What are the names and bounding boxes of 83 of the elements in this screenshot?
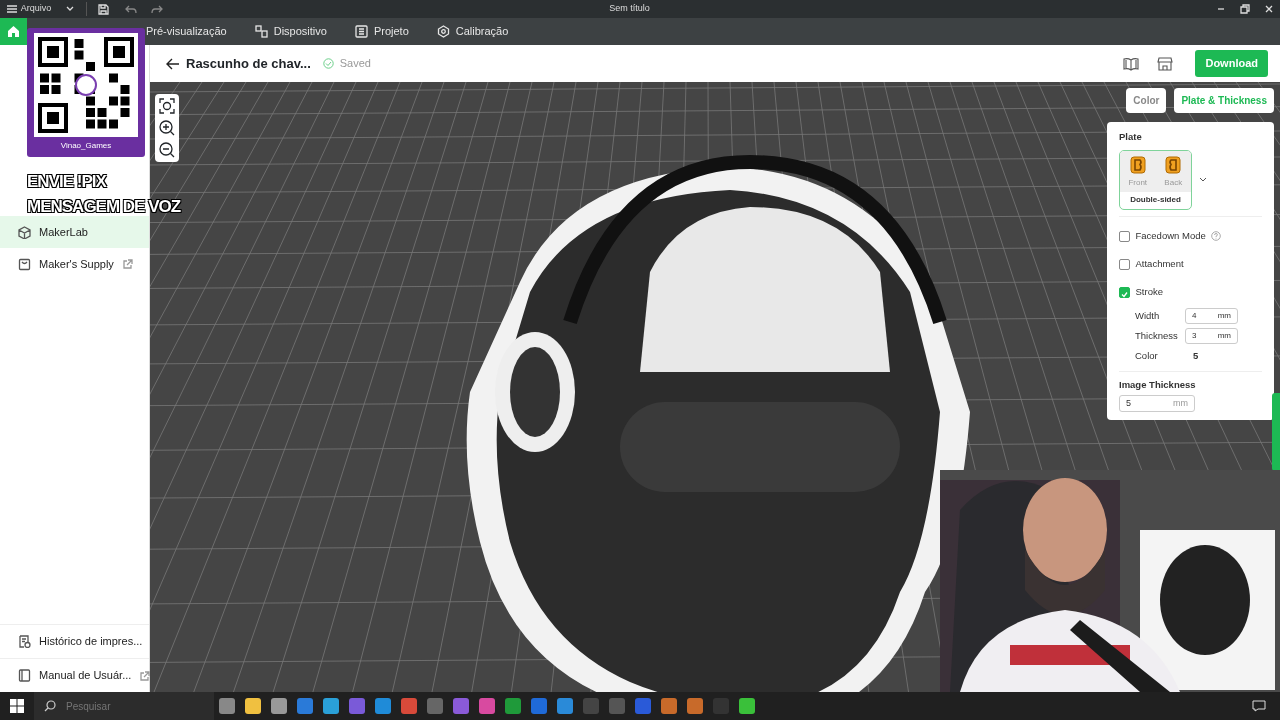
windows-start-icon[interactable] xyxy=(10,699,24,713)
app-icon[interactable] xyxy=(505,698,521,714)
calib-icon xyxy=(436,25,450,38)
tab[interactable]: Pré-visualização xyxy=(146,23,241,40)
reset-view-icon[interactable] xyxy=(158,97,176,115)
app-icon[interactable] xyxy=(531,698,547,714)
letter-tile-icon xyxy=(1165,155,1182,174)
number-field[interactable]: 3 mm xyxy=(1185,328,1238,344)
help-icon[interactable] xyxy=(1211,231,1222,241)
app-icon[interactable] xyxy=(453,698,469,714)
number-field[interactable]: 5 mm xyxy=(1119,394,1195,412)
saved-status: Saved xyxy=(339,56,371,72)
app-icon[interactable] xyxy=(739,698,755,714)
side-label: Front xyxy=(1128,176,1148,189)
app-icon[interactable] xyxy=(687,698,703,714)
app-icon[interactable] xyxy=(219,698,235,714)
restore-icon[interactable] xyxy=(1240,4,1250,14)
section-title: Image Thickness xyxy=(1119,377,1197,392)
app-icon[interactable] xyxy=(297,698,313,714)
app-icon[interactable] xyxy=(349,698,365,714)
plate-mode-label: Double-sided xyxy=(1129,194,1182,207)
search-icon xyxy=(44,700,56,712)
notification-icon[interactable] xyxy=(1252,700,1266,712)
checkbox[interactable] xyxy=(1119,258,1130,270)
app-icon[interactable] xyxy=(557,698,573,714)
document-title: Rascunho de chav... xyxy=(186,54,311,73)
tab[interactable]: Calibração xyxy=(422,23,523,40)
app-icon[interactable] xyxy=(245,698,261,714)
app-icon[interactable] xyxy=(323,698,339,714)
tab[interactable]: Dispositivo xyxy=(240,23,341,40)
app-icon[interactable] xyxy=(271,698,287,714)
field-label: Thickness xyxy=(1135,328,1179,343)
app-icon[interactable] xyxy=(583,698,599,714)
field-label: Width xyxy=(1135,308,1161,323)
save-icon[interactable] xyxy=(98,3,110,15)
app-icon[interactable] xyxy=(427,698,443,714)
menu-icon[interactable] xyxy=(6,4,18,14)
tab[interactable]: Projeto xyxy=(340,23,423,40)
app-icon[interactable] xyxy=(661,698,677,714)
bag-icon xyxy=(18,257,31,271)
saved-check-icon xyxy=(322,58,334,69)
qr-code-icon xyxy=(34,33,138,137)
panel-tab[interactable]: Color xyxy=(1126,88,1167,113)
field-label: Color xyxy=(1135,348,1159,363)
app-icon[interactable] xyxy=(609,698,625,714)
book-icon xyxy=(18,669,31,682)
device-icon xyxy=(254,25,268,38)
zoom-in-icon[interactable] xyxy=(158,119,176,137)
search-field[interactable]: Pesquisar xyxy=(34,692,214,720)
option-label: Attachment xyxy=(1135,256,1184,271)
qr-caption: Vinao_Games xyxy=(60,139,112,152)
undo-icon[interactable] xyxy=(125,4,138,14)
caret-icon[interactable] xyxy=(65,5,76,13)
side-label: Back xyxy=(1164,176,1183,189)
app-icon[interactable] xyxy=(635,698,651,714)
store-icon[interactable] xyxy=(1157,55,1174,72)
search-input[interactable]: Pesquisar xyxy=(64,697,184,715)
color-value: 5 xyxy=(1193,348,1199,363)
cube-icon xyxy=(18,225,31,239)
project-icon xyxy=(354,25,368,38)
number-field[interactable]: 4 mm xyxy=(1185,308,1238,324)
app-icon[interactable] xyxy=(375,698,391,714)
dropdown-caret-icon[interactable] xyxy=(1197,175,1208,184)
checkbox[interactable] xyxy=(1119,286,1130,298)
zoom-out-icon[interactable] xyxy=(158,141,176,159)
home-icon xyxy=(7,25,20,38)
letter-tile-icon xyxy=(1129,155,1146,174)
history-icon xyxy=(18,635,31,648)
app-icon[interactable] xyxy=(401,698,417,714)
overlay-text: ENVIE !PIX xyxy=(27,171,106,193)
option-label: Stroke xyxy=(1135,284,1163,299)
app-icon[interactable] xyxy=(479,698,495,714)
section-title: Plate xyxy=(1119,130,1143,144)
sidebar-item[interactable]: MakerLab xyxy=(0,216,149,248)
checkbox[interactable] xyxy=(1119,230,1130,242)
menu-label[interactable]: Arquivo xyxy=(20,2,52,16)
close-icon[interactable] xyxy=(1264,4,1274,14)
back-arrow-icon[interactable] xyxy=(166,57,180,70)
plate-option[interactable]: Front Back Double-sided xyxy=(1119,149,1192,210)
book-icon[interactable] xyxy=(1123,56,1140,71)
option-label: Facedown Mode xyxy=(1135,228,1206,243)
redo-icon[interactable] xyxy=(151,4,164,14)
window-title: Sem título xyxy=(608,2,651,16)
